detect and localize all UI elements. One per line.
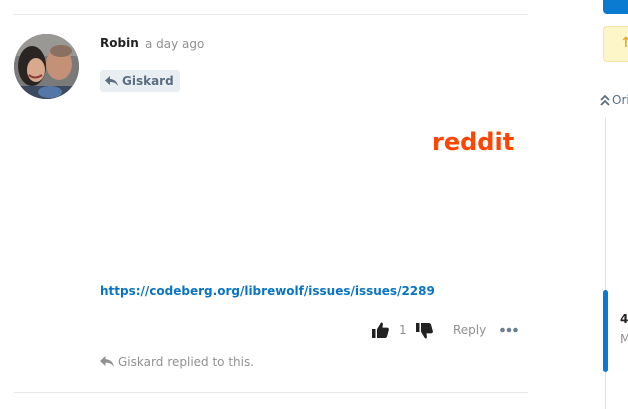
timeline-post-number: 4 xyxy=(620,312,628,326)
post-divider-top xyxy=(14,14,528,15)
timeline-date: M xyxy=(620,332,628,346)
avatar[interactable] xyxy=(14,34,79,99)
replied-notice[interactable]: Giskard replied to this. xyxy=(100,355,254,369)
vote-count: 1 xyxy=(399,323,407,337)
thumbs-up-icon[interactable] xyxy=(372,322,389,338)
post-link[interactable]: https://codeberg.org/librewolf/issues/is… xyxy=(100,284,435,298)
post-author[interactable]: Robin xyxy=(100,36,139,50)
reply-icon xyxy=(100,356,114,367)
sidebar-primary-button[interactable] xyxy=(603,0,628,14)
topic-page: Robin a day ago Giskard reddit https://c… xyxy=(0,0,628,409)
post-timestamp[interactable]: a day ago xyxy=(145,37,204,51)
reply-button[interactable]: Reply xyxy=(453,323,486,337)
timeline-scroll-handle[interactable] xyxy=(603,290,608,372)
post-divider-bottom xyxy=(14,392,528,393)
replied-username: Giskard xyxy=(118,355,164,369)
double-chevron-up-icon xyxy=(600,94,610,106)
jump-to-original[interactable]: Ori xyxy=(600,93,628,107)
reddit-embed-text: reddit xyxy=(432,128,515,156)
thumbs-down-icon[interactable] xyxy=(416,323,433,339)
reply-to-badge[interactable]: Giskard xyxy=(100,70,180,92)
reply-to-username: Giskard xyxy=(122,74,174,88)
reply-icon xyxy=(105,75,118,86)
original-label: Ori xyxy=(612,93,628,107)
replied-text: replied to this. xyxy=(167,355,255,369)
post-actions: 1 Reply xyxy=(0,320,628,342)
notice-glyph: ↑ xyxy=(620,35,628,51)
more-options-icon[interactable] xyxy=(500,324,518,336)
